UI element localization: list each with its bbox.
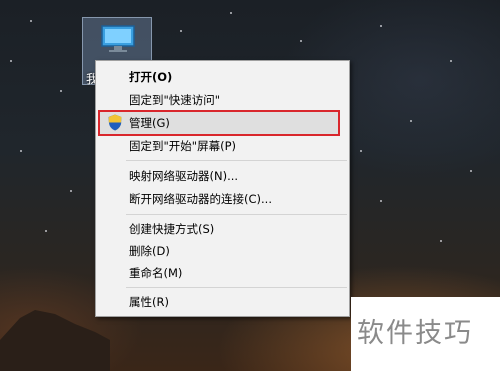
menu-item-manage[interactable]: 管理(G) bbox=[98, 112, 347, 134]
menu-separator bbox=[126, 287, 347, 288]
watermark-text: 软件技巧 bbox=[357, 318, 473, 349]
menu-item-label: 映射网络驱动器(N)... bbox=[129, 169, 239, 183]
menu-item-disconnect-drive[interactable]: 断开网络驱动器的连接(C)... bbox=[98, 188, 347, 210]
menu-item-open[interactable]: 打开(O) bbox=[98, 66, 347, 88]
menu-item-label: 固定到"开始"屏幕(P) bbox=[129, 139, 236, 153]
menu-item-label: 重命名(M) bbox=[129, 266, 183, 280]
menu-item-rename[interactable]: 重命名(M) bbox=[98, 262, 347, 284]
menu-item-label: 创建快捷方式(S) bbox=[129, 222, 215, 236]
computer-icon bbox=[101, 25, 135, 52]
menu-item-pin-start[interactable]: 固定到"开始"屏幕(P) bbox=[98, 135, 347, 157]
menu-item-map-drive[interactable]: 映射网络驱动器(N)... bbox=[98, 165, 347, 187]
menu-item-label: 固定到"快速访问" bbox=[129, 93, 221, 107]
menu-item-label: 打开(O) bbox=[129, 70, 173, 84]
menu-separator bbox=[126, 214, 347, 215]
menu-item-create-shortcut[interactable]: 创建快捷方式(S) bbox=[98, 218, 347, 240]
menu-item-label: 属性(R) bbox=[129, 295, 169, 309]
menu-item-pin-quick-access[interactable]: 固定到"快速访问" bbox=[98, 89, 347, 111]
menu-item-label: 删除(D) bbox=[129, 244, 170, 258]
menu-item-label: 管理(G) bbox=[129, 116, 170, 130]
context-menu: 打开(O) 固定到"快速访问" 管理(G) 固定到"开始"屏幕(P) 映射网络驱… bbox=[95, 60, 350, 317]
menu-item-delete[interactable]: 删除(D) bbox=[98, 240, 347, 262]
menu-item-properties[interactable]: 属性(R) bbox=[98, 291, 347, 313]
uac-shield-icon bbox=[108, 114, 122, 131]
menu-separator bbox=[126, 160, 347, 161]
watermark: 软件技巧 bbox=[351, 297, 500, 371]
mountain-silhouette bbox=[0, 310, 110, 371]
menu-item-label: 断开网络驱动器的连接(C)... bbox=[129, 192, 272, 206]
